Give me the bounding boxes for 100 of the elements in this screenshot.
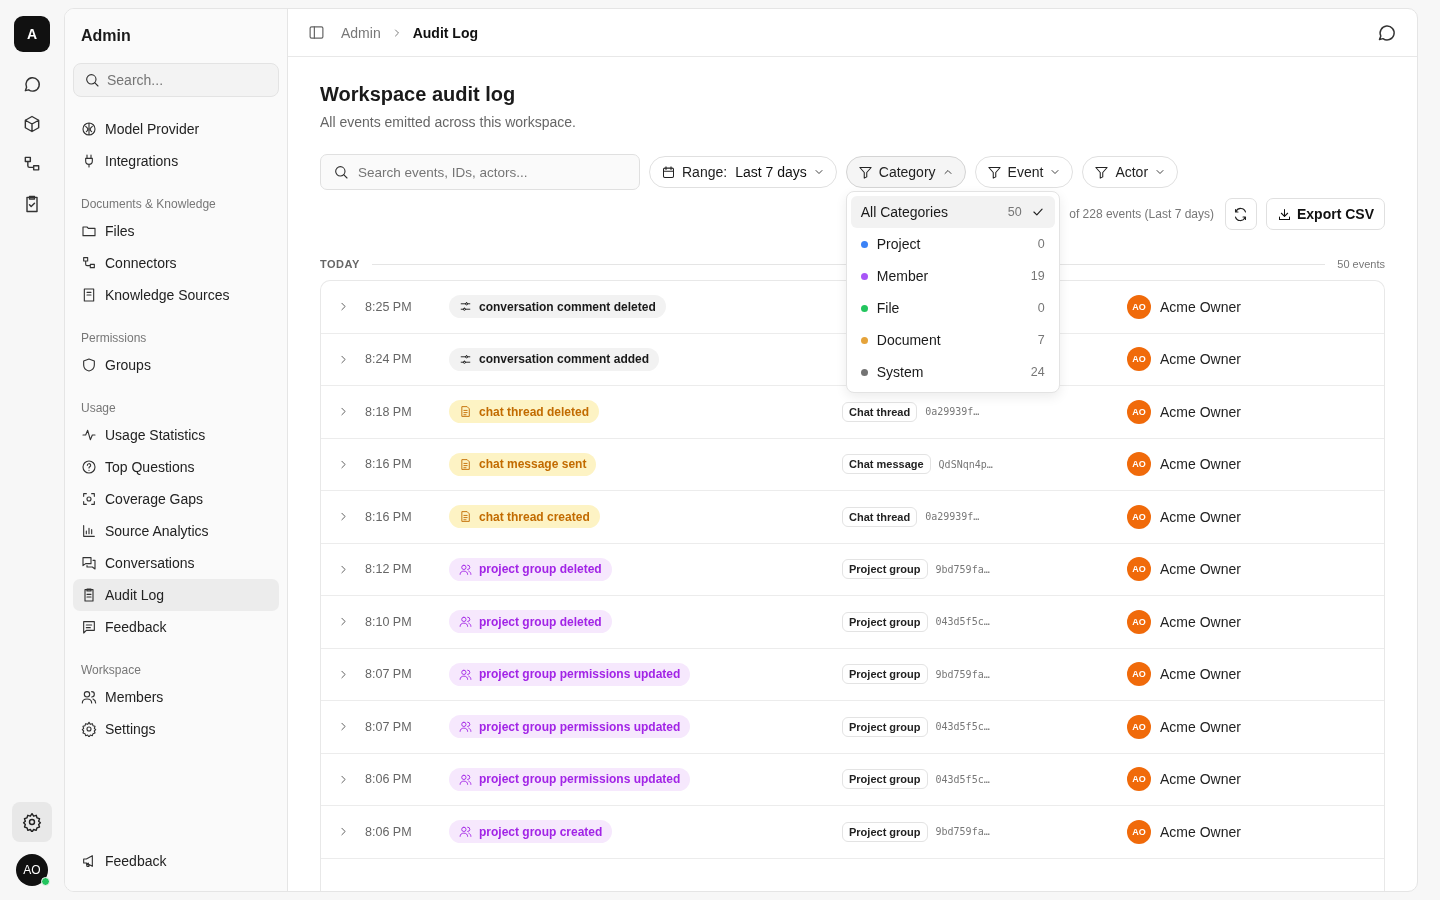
filter-dropdown[interactable]: Actor xyxy=(1082,156,1179,188)
section-heading: Usage xyxy=(80,400,117,417)
menu-option[interactable]: Member 19 xyxy=(850,260,1055,292)
settings-icon xyxy=(22,812,42,832)
event-count-summary: of 228 events (Last 7 days) xyxy=(1069,207,1214,221)
sliders-icon xyxy=(459,300,472,314)
section-heading: Workspace xyxy=(80,662,142,679)
document-icon xyxy=(459,405,472,419)
sidebar-item[interactable]: Groups xyxy=(73,349,279,381)
menu-option[interactable]: File 0 xyxy=(850,292,1055,324)
refresh-button[interactable] xyxy=(1225,198,1257,230)
section-heading: Documents & Knowledge xyxy=(80,196,217,213)
document-icon xyxy=(459,457,472,471)
cube-icon[interactable] xyxy=(22,114,42,134)
sidebar-item[interactable]: Usage Statistics xyxy=(73,419,279,451)
chat-icon[interactable] xyxy=(22,74,42,94)
chat-bubbles-icon xyxy=(81,555,97,571)
sidebar-item[interactable]: Feedback xyxy=(73,611,279,643)
export-csv-button[interactable]: Export CSV xyxy=(1266,198,1385,230)
filter-dropdown[interactable]: Event xyxy=(974,156,1074,188)
page-title: Workspace audit log xyxy=(320,83,517,106)
users-icon xyxy=(81,689,97,705)
event-search-field[interactable]: Search events, IDs, actors... xyxy=(320,154,640,190)
range-dropdown[interactable]: Range: Last 7 days xyxy=(649,156,837,188)
actor-avatar: AO xyxy=(1127,452,1151,477)
actor-avatar: AO xyxy=(1127,347,1151,372)
nodes-icon[interactable] xyxy=(22,154,42,174)
target-type-tag: Project group xyxy=(842,821,928,842)
target-id: 043d5f5c… xyxy=(935,721,990,733)
users-icon xyxy=(459,562,472,576)
sidebar-item[interactable]: Connectors xyxy=(73,247,279,279)
download-icon xyxy=(1277,206,1292,222)
help-icon xyxy=(81,459,97,475)
menu-option[interactable]: Project 0 xyxy=(850,228,1055,260)
chat-icon[interactable] xyxy=(1376,22,1397,43)
event-time: 8:12 PM xyxy=(365,562,413,577)
target-id: QdSNqn4p… xyxy=(938,458,993,470)
menu-option[interactable]: All Categories 50 xyxy=(850,196,1055,228)
breadcrumb-item: Audit Log xyxy=(412,24,478,41)
event-time: 8:18 PM xyxy=(365,404,413,419)
users-icon xyxy=(459,615,472,629)
calendar-icon xyxy=(661,164,676,180)
filter-icon xyxy=(857,164,873,180)
event-tag: chat thread deleted xyxy=(449,400,600,424)
feedback-link[interactable]: Feedback xyxy=(73,845,279,877)
event-tag: project group permissions updated xyxy=(449,715,691,739)
filter-icon xyxy=(986,164,1002,180)
event-tag: project group created xyxy=(449,820,613,844)
target-id: 0a29939f… xyxy=(925,406,980,418)
target-id: 043d5f5c… xyxy=(935,773,990,785)
page-subtitle: All events emitted across this workspace. xyxy=(320,114,577,130)
actor-avatar: AO xyxy=(1127,399,1151,424)
target-type-tag: Chat message xyxy=(842,454,931,475)
target-type-tag: Project group xyxy=(842,664,928,685)
event-time: 8:07 PM xyxy=(365,667,413,682)
target-type-tag: Project group xyxy=(842,769,928,790)
actor-name: Acme Owner xyxy=(1160,351,1241,368)
sidebar-item[interactable]: Top Questions xyxy=(73,451,279,483)
bar-chart-icon xyxy=(81,523,97,539)
folder-icon xyxy=(81,223,97,239)
event-time: 8:06 PM xyxy=(365,772,413,787)
sidebar-item[interactable]: Settings xyxy=(73,713,279,745)
workspace-logo[interactable]: A xyxy=(14,16,50,52)
actor-name: Acme Owner xyxy=(1160,456,1241,473)
target-type-tag: Project group xyxy=(842,716,928,737)
sidebar-item[interactable]: Audit Log xyxy=(73,579,279,611)
event-time: 8:16 PM xyxy=(365,509,413,524)
user-avatar[interactable]: AO xyxy=(16,854,48,886)
actor-name: Acme Owner xyxy=(1160,613,1241,630)
sidebar-item[interactable]: Conversations xyxy=(73,547,279,579)
event-tag: project group deleted xyxy=(449,610,612,634)
sidebar-toggle-icon[interactable] xyxy=(308,24,325,41)
sidebar-item[interactable]: Model Provider xyxy=(73,113,279,145)
sidebar-search-field[interactable]: Search... xyxy=(73,63,279,97)
sidebar-title: Admin xyxy=(80,27,132,45)
refresh-icon xyxy=(1233,206,1249,222)
menu-option[interactable]: System 24 xyxy=(850,356,1055,388)
event-time: 8:24 PM xyxy=(365,352,413,367)
sidebar-item[interactable]: Source Analytics xyxy=(73,515,279,547)
sidebar-item[interactable]: Members xyxy=(73,681,279,713)
sidebar-item[interactable]: Files xyxy=(73,215,279,247)
sidebar-item[interactable]: Knowledge Sources xyxy=(73,279,279,311)
settings-button[interactable] xyxy=(12,802,52,842)
actor-avatar: AO xyxy=(1127,714,1151,739)
sidebar-item[interactable]: Coverage Gaps xyxy=(73,483,279,515)
users-icon xyxy=(459,667,472,681)
document-icon xyxy=(459,510,472,524)
target-type-tag: Project group xyxy=(842,559,928,580)
event-time: 8:25 PM xyxy=(365,299,413,314)
event-time: 8:16 PM xyxy=(365,457,413,472)
menu-option[interactable]: Document 7 xyxy=(850,324,1055,356)
breadcrumb-item[interactable]: Admin xyxy=(341,24,381,41)
sidebar-item[interactable]: Integrations xyxy=(73,145,279,177)
actor-avatar: AO xyxy=(1127,767,1151,792)
event-tag: project group permissions updated xyxy=(449,767,691,791)
nodes-icon xyxy=(81,255,97,271)
users-icon xyxy=(459,720,472,734)
globe-icon xyxy=(81,121,97,137)
filter-dropdown[interactable]: Category xyxy=(845,156,966,188)
section-heading: Permissions xyxy=(80,330,148,347)
